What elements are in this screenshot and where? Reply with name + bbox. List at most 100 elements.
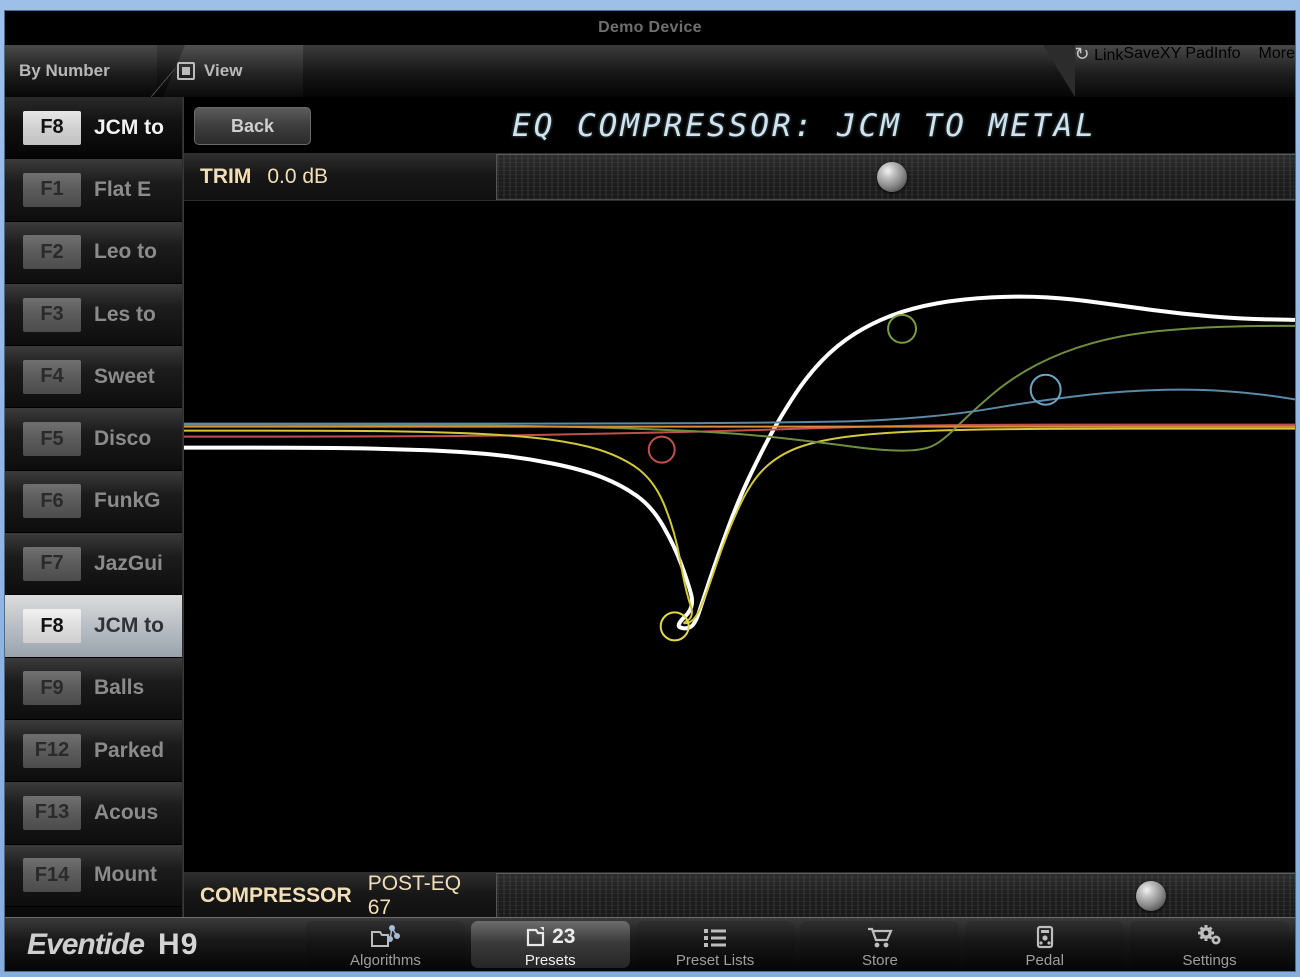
compressor-param-row: COMPRESSOR POST-EQ 67 (184, 872, 1295, 919)
info-button[interactable]: Info (1214, 45, 1241, 97)
preset-list-item[interactable]: F8 JCM to (5, 595, 182, 658)
preset-name: Flat E (94, 177, 152, 201)
xy-pad-button-label: XY Pad (1159, 45, 1214, 62)
preset-list: F1 Flat E F2 Leo to F3 Les to F4 Sweet F5 Disco F6… (5, 159, 182, 907)
nav-button-algorithms[interactable]: Algorithms (306, 921, 465, 968)
eq-curve-band-3 (184, 326, 1295, 451)
preset-list-item[interactable]: F14 Mount (5, 844, 182, 907)
nav-button-label: Pedal (1025, 951, 1064, 969)
preset-name: Disco (94, 427, 152, 451)
nav-button-label: Settings (1182, 951, 1237, 969)
handle-red[interactable] (649, 437, 675, 463)
eq-curve-graph[interactable] (184, 202, 1295, 871)
preset-name: Acous (94, 800, 159, 824)
nav-button-preset-lists[interactable]: Preset Lists (635, 921, 795, 968)
preset-number-badge: F6 (23, 484, 81, 519)
compressor-slider-track[interactable] (497, 873, 1295, 919)
tab-view[interactable]: View (163, 45, 303, 97)
preset-list-item[interactable]: F2 Leo to (5, 221, 182, 284)
info-button-label: Info (1213, 45, 1241, 62)
main-header: Back EQ COMPRESSOR: JCM TO METAL (184, 97, 1295, 154)
xy-pad-button[interactable]: XY Pad (1160, 45, 1214, 97)
more-button-label: More (1258, 45, 1295, 62)
presets-icon: 23 (525, 922, 575, 952)
nav-button-pedal[interactable]: Pedal (965, 921, 1125, 969)
window-title: Demo Device (598, 19, 702, 36)
preset-number-badge: F8 (23, 609, 81, 644)
preset-list-item[interactable]: F7 JazGui (5, 533, 182, 596)
eq-curve-band-4 (184, 390, 1295, 424)
preset-list-item[interactable]: F5 Disco (5, 408, 182, 471)
tab-view-label: View (204, 61, 243, 80)
preset-number-badge: F7 (23, 546, 81, 581)
nav-button-label: Algorithms (349, 951, 421, 969)
brand-model: H9 (158, 927, 199, 961)
preset-name: Sweet (94, 364, 155, 388)
bottom-navbar: Eventide H9 Algorithms 23 Presets Preset Li… (5, 917, 1295, 971)
main-panel: Back EQ COMPRESSOR: JCM TO METAL TRIM 0.… (183, 97, 1295, 919)
trim-param-row: TRIM 0.0 dB (184, 154, 1295, 201)
view-icon (177, 62, 195, 80)
preset-list-item[interactable]: F1 Flat E (5, 159, 182, 222)
list-icon (700, 922, 730, 952)
cart-icon (865, 922, 895, 952)
preset-name: Les to (94, 302, 156, 326)
preset-number-badge: F2 (23, 235, 81, 270)
algorithm-title: EQ COMPRESSOR: JCM TO METAL (512, 107, 1097, 144)
nav-button-group: Algorithms 23 Presets Preset Lists Store Peda… (300, 918, 1295, 971)
trim-slider-knob[interactable] (877, 162, 907, 192)
nav-button-label: Store (861, 951, 898, 969)
compressor-slider-knob[interactable] (1136, 881, 1167, 911)
trim-slider-track[interactable] (497, 154, 1295, 200)
preset-name: Leo to (94, 240, 157, 264)
preset-number-badge: F14 (23, 858, 81, 893)
preset-sidebar[interactable]: F8 JCM to F1 Flat E F2 Leo to F3 Les to F4 Swee… (5, 97, 183, 919)
preset-number-badge: F12 (23, 733, 81, 768)
preset-list-item[interactable]: F3 Les to (5, 283, 182, 347)
more-button[interactable]: More (1240, 45, 1295, 97)
toolbar: ↻ Link Save XY Pad Info More (1042, 45, 1295, 97)
nav-button-store[interactable]: Store (800, 921, 960, 969)
preset-name: JazGui (94, 551, 163, 575)
chevron-down-icon (1240, 45, 1259, 62)
brand-name: Eventide (27, 927, 145, 961)
tab-by-number-label: By Number (19, 61, 110, 80)
preset-number-badge: F5 (23, 422, 81, 457)
body: F8 JCM to F1 Flat E F2 Leo to F3 Les to F4 Swee… (5, 97, 1295, 919)
device-window: Demo Device By Number View ↻ Link Save X… (4, 10, 1296, 972)
eq-curve-svg (184, 202, 1295, 871)
pedal-icon (1030, 922, 1060, 952)
preset-list-item[interactable]: F4 Sweet (5, 346, 182, 409)
eq-curve-band-2 (184, 429, 1295, 624)
nav-button-settings[interactable]: Settings (1130, 921, 1289, 968)
preset-list-item[interactable]: F6 FunkG (5, 470, 182, 534)
preset-number-badge: F3 (23, 297, 81, 332)
save-button[interactable]: Save (1123, 45, 1159, 97)
nav-button-presets[interactable]: 23 Presets (470, 921, 630, 968)
preset-name: Mount (94, 863, 157, 887)
preset-number-badge: F9 (23, 671, 81, 706)
compressor-label-cell: COMPRESSOR POST-EQ 67 (184, 872, 497, 919)
compressor-label: COMPRESSOR (200, 884, 352, 907)
preset-current-header[interactable]: F8 JCM to (5, 97, 182, 160)
back-button-label: Back (230, 115, 275, 136)
trim-label: TRIM (200, 165, 252, 188)
back-button[interactable]: Back (194, 107, 311, 145)
trim-label-cell: TRIM 0.0 dB (184, 154, 497, 200)
gears-icon (1195, 922, 1225, 952)
app-root: Demo Device By Number View ↻ Link Save X… (0, 0, 1300, 977)
brand-logo: Eventide H9 (5, 918, 300, 971)
preset-list-item[interactable]: F9 Balls (5, 657, 182, 720)
preset-number-badge: F13 (23, 795, 81, 830)
preset-number-badge: F4 (23, 359, 81, 394)
link-button-label: Link (1094, 47, 1124, 64)
eq-curve-composite (184, 297, 1295, 629)
tab-by-number[interactable]: By Number (5, 45, 157, 97)
preset-list-item[interactable]: F12 Parked (5, 719, 182, 783)
preset-name: JCM to (94, 115, 164, 139)
window-titlebar: Demo Device (5, 11, 1295, 45)
handle-green[interactable] (888, 315, 916, 343)
preset-list-item[interactable]: F13 Acous (5, 782, 182, 845)
link-button[interactable]: ↻ Link (1075, 45, 1124, 97)
presets-count-badge: 23 (552, 924, 576, 948)
